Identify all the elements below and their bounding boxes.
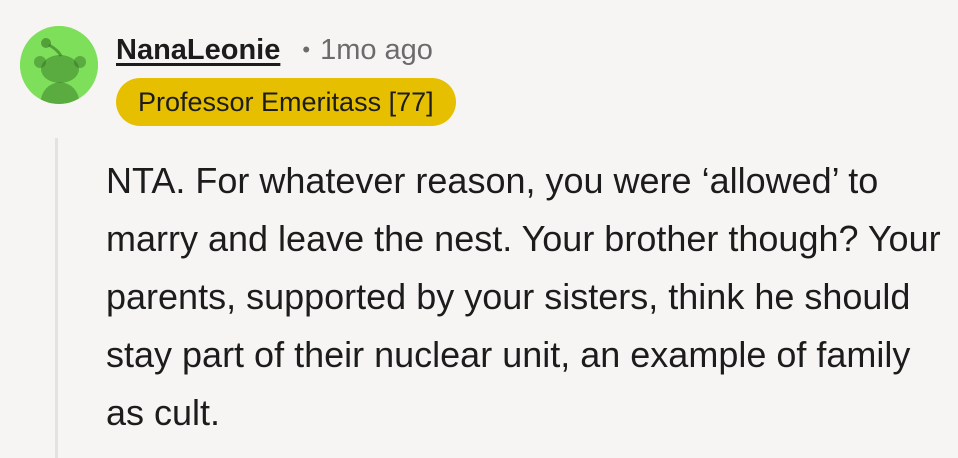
thread-collapse-line[interactable]	[55, 138, 58, 458]
meta-separator: •	[302, 37, 311, 62]
comment-header: NanaLeonie • 1mo ago	[116, 30, 433, 70]
comment-timestamp[interactable]: 1mo ago	[320, 34, 433, 67]
username-link[interactable]: NanaLeonie	[116, 34, 280, 67]
user-flair-badge: Professor Emeritass [77]	[116, 78, 456, 126]
comment-body: NTA. For whatever reason, you were ‘allo…	[106, 160, 941, 433]
comment: NanaLeonie • 1mo ago Professor Emeritass…	[0, 0, 958, 458]
snoo-avatar-icon	[20, 26, 98, 104]
user-avatar[interactable]	[20, 26, 98, 104]
